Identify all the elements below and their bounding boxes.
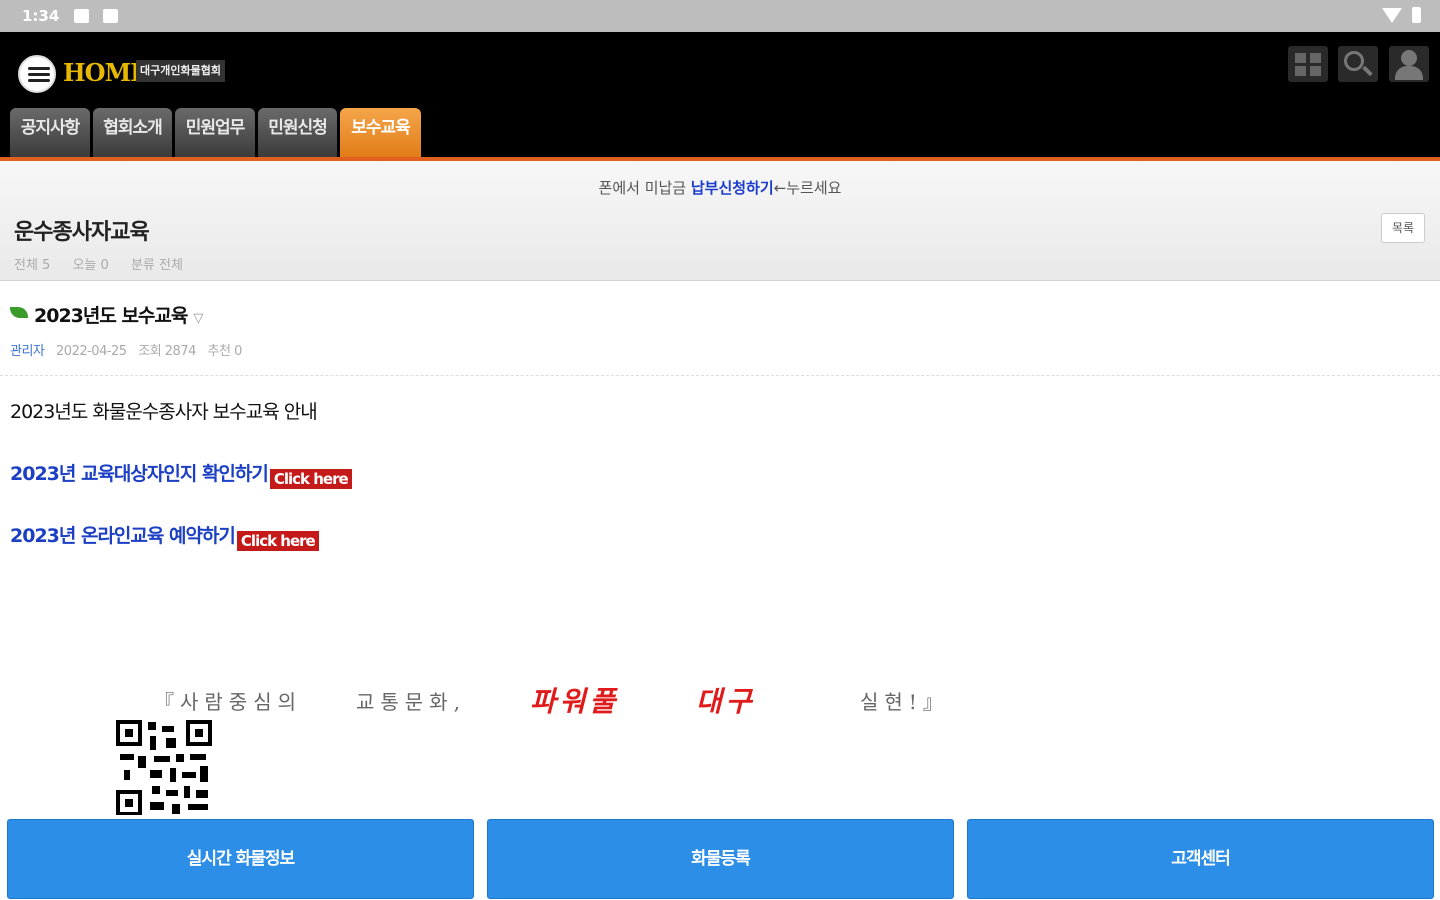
realtime-freight-button[interactable]: 실시간 화물정보 (7, 819, 474, 899)
slogan-red-1: 파워풀 (530, 685, 620, 718)
slogan-red-2: 대구 (696, 685, 756, 718)
status-bar: 1:34 (0, 0, 1440, 32)
app-notification-icon (103, 9, 118, 23)
today-count: 오늘 0 (72, 258, 109, 273)
leaf-icon (10, 307, 28, 318)
logo-home-link[interactable]: HOME (63, 58, 148, 87)
logo-subtitle: 대구개인화물협회 (136, 60, 225, 82)
post-title-text: 2023년도 보수교육 (34, 305, 188, 327)
slogan-part-2: 교통문화, (356, 690, 466, 714)
battery-icon (1412, 7, 1421, 23)
tab-training[interactable]: 보수교육 (340, 108, 421, 158)
payment-notice: 폰에서 미납금 납부신청하기←누르세요 (0, 177, 1440, 198)
post-author[interactable]: 관리자 (10, 344, 45, 359)
user-icon[interactable] (1389, 46, 1429, 82)
post-views: 조회 2874 (138, 344, 196, 359)
image-notification-icon (74, 9, 89, 23)
qr-code-icon (116, 720, 212, 816)
grid-icon[interactable] (1288, 46, 1328, 82)
category-filter: 분류 전체 (130, 258, 183, 273)
post-date: 2022-04-25 (56, 344, 127, 359)
dropdown-caret-icon[interactable]: ▽ (193, 311, 203, 326)
board-stats: 전체 5 오늘 0 분류 전체 (14, 254, 201, 273)
payment-request-link[interactable]: 납부신청하기 (691, 179, 774, 197)
post-header: 2023년도 보수교육 ▽ 관리자 2022-04-25 조회 2874 추천 0 (0, 282, 1440, 376)
slogan-poster: 『사람중심의 교통문화, 파워풀 대구 실현!』 (8, 582, 1070, 820)
tab-civil-request[interactable]: 민원신청 (258, 108, 337, 158)
notice-suffix: ←누르세요 (773, 179, 842, 197)
slogan-part-3: 실현!』 (860, 690, 949, 714)
click-here-button[interactable]: Click here (236, 531, 319, 551)
click-here-button[interactable]: Click here (269, 469, 352, 489)
tab-notice[interactable]: 공지사항 (10, 108, 90, 158)
board-header: 폰에서 미납금 납부신청하기←누르세요 운수종사자교육 전체 5 오늘 0 분류… (0, 161, 1440, 281)
tab-association[interactable]: 협회소개 (93, 108, 172, 158)
eligibility-check-text[interactable]: 2023년 교육대상자인지 확인하기 (10, 463, 269, 485)
post-likes: 추천 0 (207, 344, 243, 359)
post-title[interactable]: 2023년도 보수교육 ▽ (34, 301, 203, 328)
tab-civil-affairs[interactable]: 민원업무 (175, 108, 255, 158)
online-booking-link[interactable]: 2023년 온라인교육 예약하기 Click here (10, 521, 319, 551)
status-time: 1:34 (22, 7, 60, 25)
list-button[interactable]: 목록 (1381, 213, 1425, 243)
post-meta: 관리자 2022-04-25 조회 2874 추천 0 (10, 340, 250, 359)
online-booking-text[interactable]: 2023년 온라인교육 예약하기 (10, 525, 236, 547)
post-intro: 2023년도 화물운수종사자 보수교육 안내 (10, 401, 318, 423)
search-icon[interactable] (1338, 46, 1378, 82)
board-title: 운수종사자교육 (14, 220, 150, 245)
customer-center-button[interactable]: 고객센터 (967, 819, 1434, 899)
freight-register-button[interactable]: 화물등록 (487, 819, 954, 899)
eligibility-check-link[interactable]: 2023년 교육대상자인지 확인하기 Click here (10, 459, 352, 489)
wifi-icon (1382, 8, 1402, 23)
slogan-part-1: 『사람중심의 (154, 690, 302, 714)
bottom-nav: 실시간 화물정보 화물등록 고객센터 (0, 815, 1440, 900)
notice-prefix: 폰에서 미납금 (598, 179, 691, 197)
menu-icon[interactable] (18, 55, 56, 93)
total-count: 전체 5 (14, 258, 51, 273)
